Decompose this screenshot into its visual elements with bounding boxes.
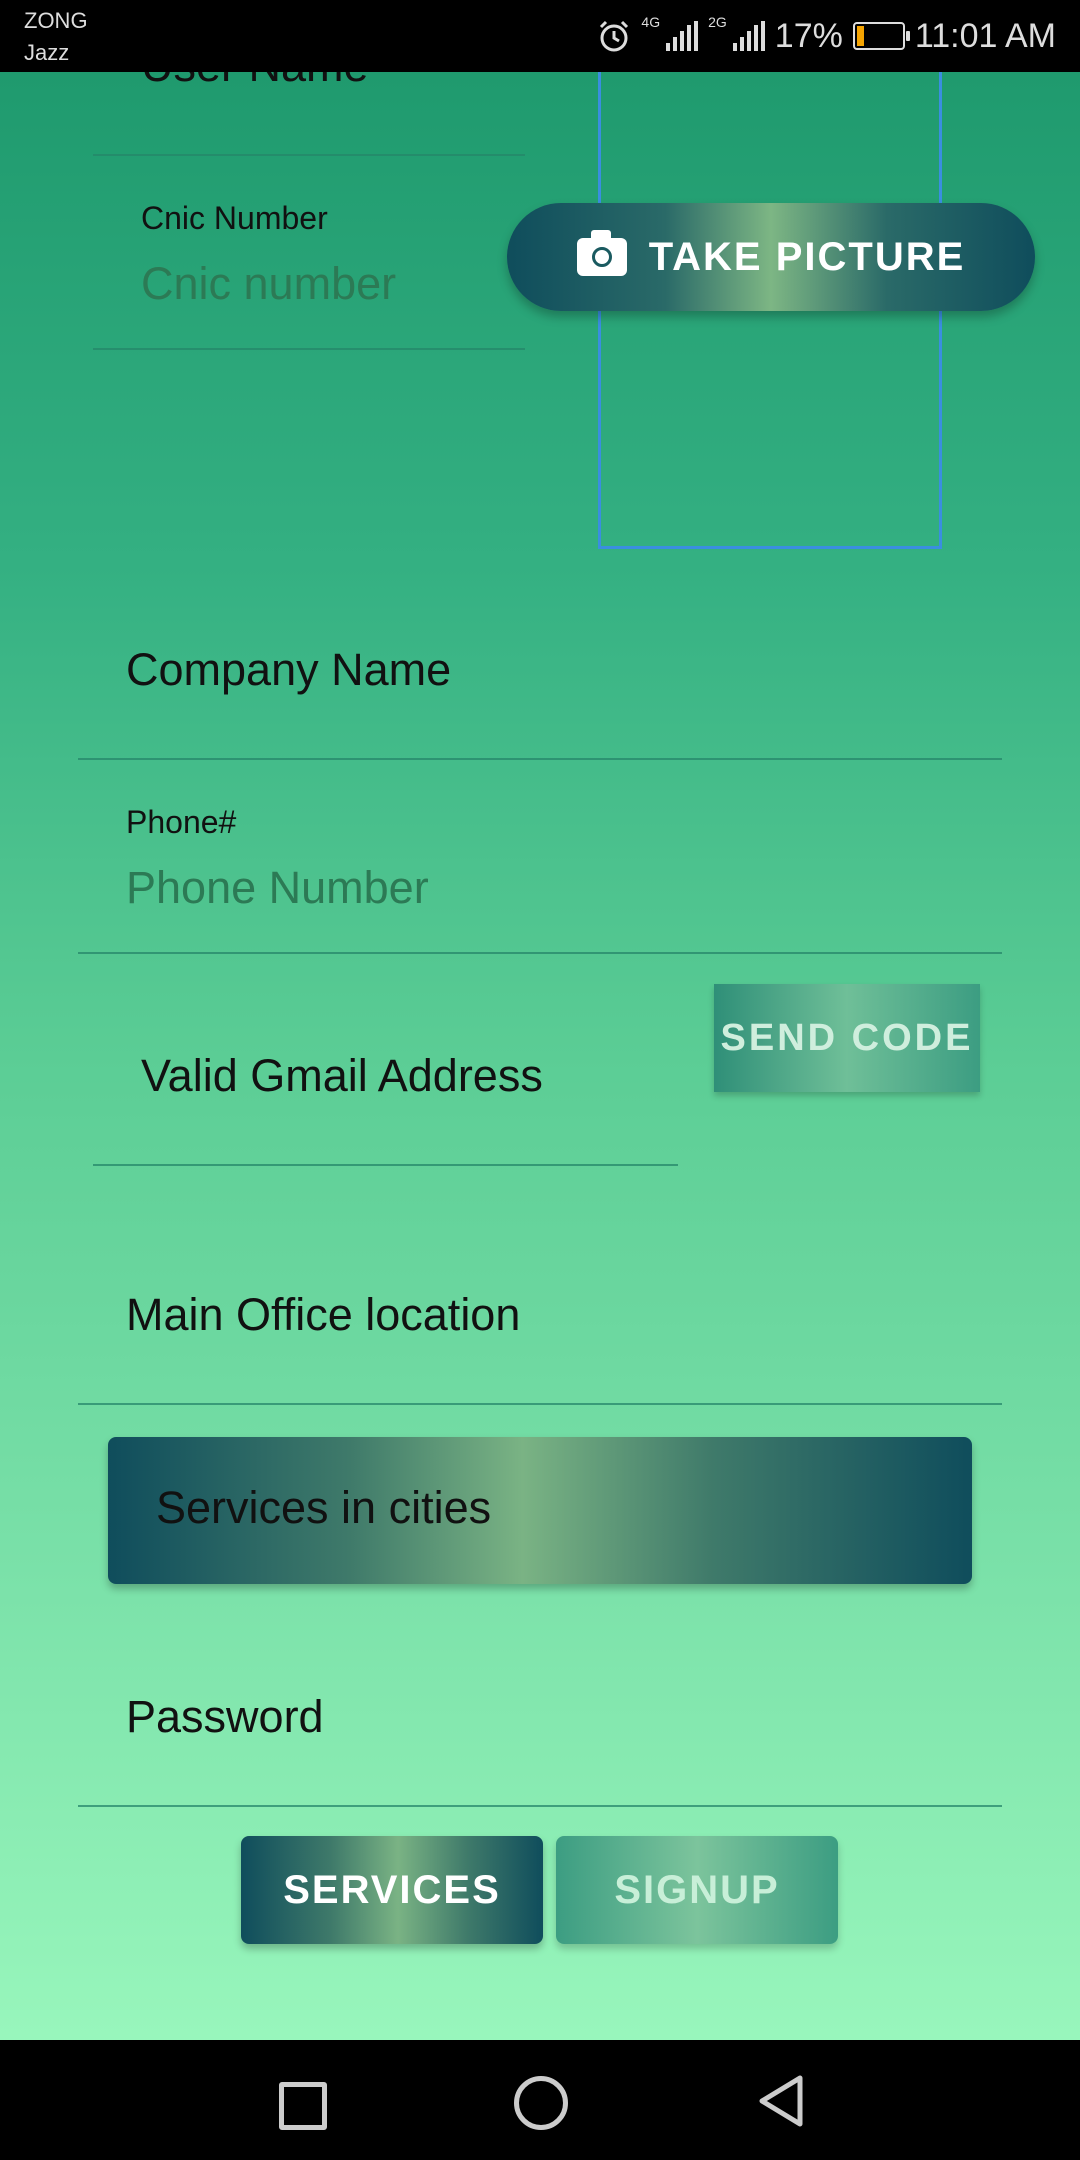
battery-level bbox=[856, 26, 864, 46]
signal-strength-icon-2 bbox=[732, 21, 765, 51]
square-icon[interactable] bbox=[279, 2082, 327, 2130]
cnic-underline bbox=[93, 348, 525, 350]
take-picture-button[interactable]: TAKE PICTURE bbox=[507, 203, 1035, 311]
triangle-back-icon[interactable] bbox=[756, 2074, 806, 2128]
take-picture-label: TAKE PICTURE bbox=[648, 234, 966, 279]
clock: 11:01 AM bbox=[914, 16, 1056, 55]
circle-icon[interactable] bbox=[514, 2076, 568, 2130]
signup-button[interactable]: SIGNUP bbox=[556, 1836, 838, 1944]
services-button[interactable]: SERVICES bbox=[241, 1836, 543, 1944]
password-underline bbox=[78, 1805, 1002, 1807]
main-office-underline bbox=[78, 1403, 1002, 1405]
network-type-1: 4G bbox=[641, 14, 661, 30]
phone-input[interactable]: Phone Number bbox=[126, 862, 429, 914]
battery-percent: 17% bbox=[774, 16, 843, 55]
user-name-underline bbox=[93, 154, 525, 156]
gmail-underline bbox=[93, 1164, 678, 1166]
carrier-name-primary: ZONG bbox=[24, 8, 88, 33]
send-code-button[interactable]: SEND CODE bbox=[714, 984, 980, 1092]
signup-form-screen: User Name Cnic Number Cnic number TAKE P… bbox=[0, 72, 1080, 2040]
status-bar: ZONG Jazz 4G 2G 17% 11:01 AM bbox=[0, 0, 1080, 72]
user-name-field[interactable]: User Name bbox=[141, 72, 369, 92]
password-field[interactable]: Password bbox=[126, 1691, 324, 1743]
gmail-field[interactable]: Valid Gmail Address bbox=[141, 1050, 543, 1102]
company-name-underline bbox=[78, 758, 1002, 760]
services-in-cities-selector[interactable]: Services in cities bbox=[108, 1437, 972, 1584]
main-office-field[interactable]: Main Office location bbox=[126, 1289, 520, 1341]
company-name-field[interactable]: Company Name bbox=[126, 644, 451, 696]
battery-icon bbox=[852, 22, 910, 50]
system-navigation-bar bbox=[0, 2040, 1080, 2160]
phone-underline bbox=[78, 952, 1002, 954]
signal-strength-icon bbox=[666, 21, 699, 51]
alarm-icon bbox=[600, 20, 629, 52]
carrier-name-secondary: Jazz bbox=[24, 40, 70, 65]
camera-icon bbox=[576, 230, 627, 276]
network-type-2: 2G bbox=[708, 14, 727, 30]
status-indicators: 4G 2G 17% 11:01 AM bbox=[597, 14, 1056, 58]
cnic-label: Cnic Number bbox=[141, 200, 328, 236]
phone-label: Phone# bbox=[126, 804, 237, 840]
cnic-input[interactable]: Cnic number bbox=[141, 258, 396, 310]
services-in-cities-label: Services in cities bbox=[156, 1482, 492, 1533]
